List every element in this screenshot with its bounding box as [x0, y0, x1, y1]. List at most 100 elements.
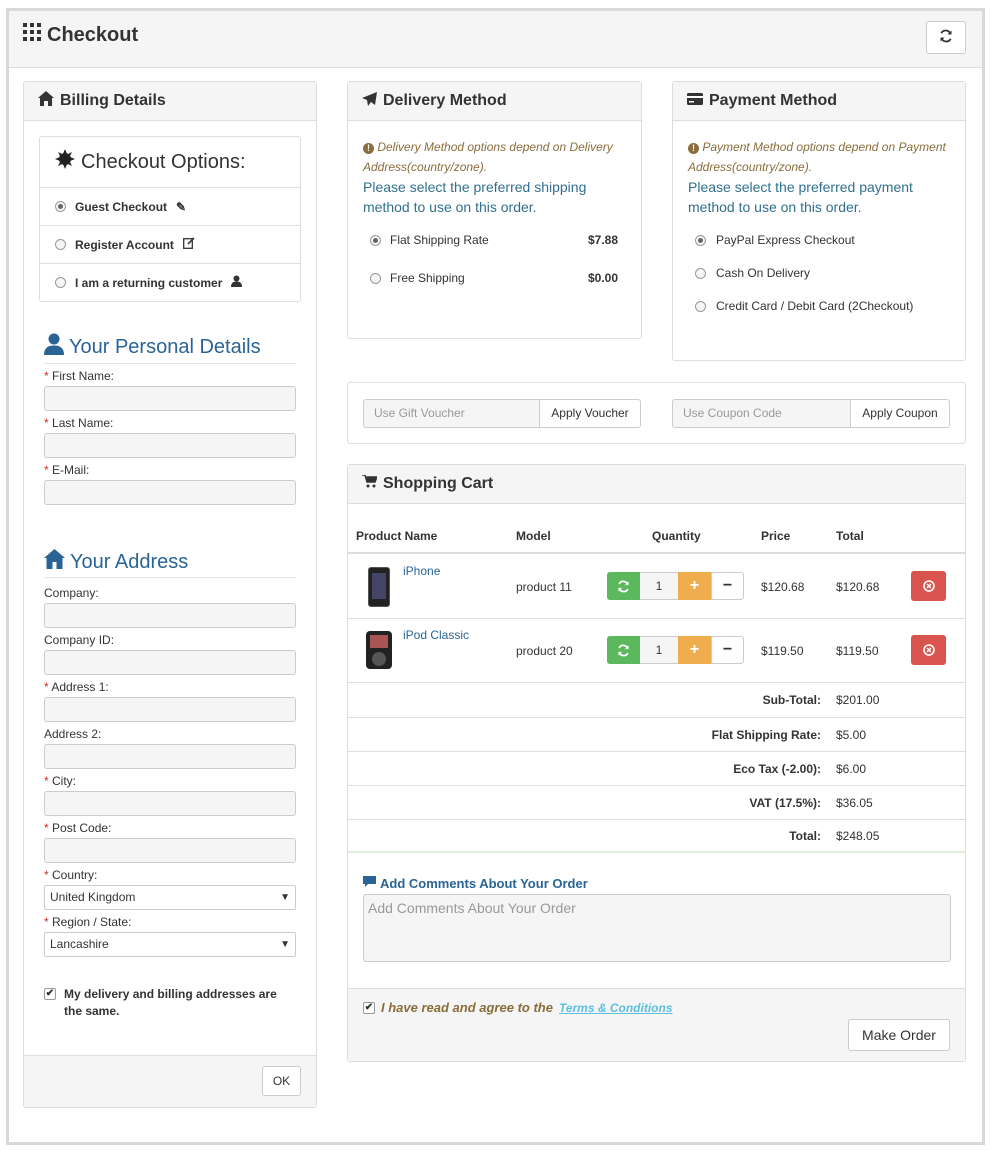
register-radio[interactable]: [55, 239, 66, 250]
first-name-input[interactable]: [44, 386, 296, 411]
checkout-container: Checkout Billing Details Checkout Option…: [6, 8, 985, 1145]
option-returning[interactable]: I am a returning customer: [40, 264, 300, 301]
address2-input[interactable]: [44, 744, 296, 769]
refresh-button[interactable]: [926, 21, 966, 54]
update-qty-button[interactable]: [607, 636, 640, 664]
delivery-option-free[interactable]: Free Shipping $0.00: [370, 271, 618, 285]
returning-label: I am a returning customer: [75, 275, 223, 290]
billing-panel: Billing Details Checkout Options: Guest …: [23, 81, 317, 1108]
billing-footer: OK: [24, 1055, 316, 1107]
qty-group: 1 + −: [607, 572, 744, 600]
pencil-icon: ✎: [176, 199, 187, 214]
voucher-group: Use Gift Voucher Apply Voucher: [363, 399, 641, 428]
delivery-option-flat[interactable]: Flat Shipping Rate $7.88: [370, 233, 618, 247]
address1-input[interactable]: [44, 697, 296, 722]
terms-link[interactable]: Terms & Conditions: [559, 1001, 673, 1015]
remove-icon: [922, 580, 935, 592]
cart-icon: [362, 474, 379, 493]
agree-checkbox[interactable]: ✔: [363, 1001, 375, 1014]
cod-radio[interactable]: [695, 267, 706, 279]
checkout-options-box: Checkout Options: Guest Checkout ✎ Regis…: [39, 136, 301, 302]
apply-coupon-button[interactable]: Apply Coupon: [851, 399, 950, 428]
free-price: $0.00: [587, 271, 618, 285]
remove-item-button[interactable]: [911, 571, 946, 601]
same-address-row[interactable]: ✔ My delivery and billing addresses are …: [44, 986, 294, 1020]
cart-footer: ✔ I have read and agree to the Terms & C…: [348, 988, 965, 1061]
voucher-input[interactable]: Use Gift Voucher: [363, 399, 540, 428]
last-name-label: * Last Name:: [44, 416, 114, 430]
payment-help: Please select the preferred payment meth…: [688, 179, 913, 215]
card-radio[interactable]: [695, 300, 706, 312]
update-qty-button[interactable]: [607, 572, 640, 600]
delivery-note: ! Delivery Method options depend on Deli…: [363, 140, 613, 174]
flat-label: Flat Shipping Rate: [390, 233, 489, 247]
page-title-wrap: Checkout: [23, 23, 138, 47]
qty-input[interactable]: 1: [640, 636, 678, 664]
paypal-radio[interactable]: [695, 234, 706, 246]
remove-icon: [922, 644, 935, 656]
returning-radio[interactable]: [55, 277, 66, 288]
decrease-qty-button[interactable]: −: [711, 572, 744, 600]
coupon-input[interactable]: Use Coupon Code: [672, 399, 851, 428]
payment-option-card[interactable]: Credit Card / Debit Card (2Checkout): [695, 299, 913, 313]
col-price: Price: [761, 529, 791, 543]
company-label: Company:: [44, 586, 99, 600]
free-radio[interactable]: [370, 272, 381, 284]
payment-info: ! Payment Method options depend on Payme…: [688, 137, 953, 217]
country-select[interactable]: United Kingdom ▼: [44, 885, 296, 910]
qty-input[interactable]: 1: [640, 572, 678, 600]
ok-button[interactable]: OK: [262, 1066, 301, 1096]
company-id-label: Company ID:: [44, 633, 115, 647]
address1-label: * Address 1:: [44, 680, 109, 694]
region-select[interactable]: Lancashire ▼: [44, 932, 296, 957]
last-name-input[interactable]: [44, 433, 296, 458]
cart-panel-header: Shopping Cart: [348, 465, 965, 504]
company-id-input[interactable]: [44, 650, 296, 675]
same-address-checkbox[interactable]: ✔: [44, 988, 56, 1000]
postcode-input[interactable]: [44, 838, 296, 863]
flat-radio[interactable]: [370, 234, 381, 246]
first-name-label: * First Name:: [44, 369, 115, 383]
increase-qty-button[interactable]: +: [678, 636, 711, 664]
home-icon: [38, 91, 54, 111]
payment-panel-header: Payment Method: [673, 82, 965, 121]
apply-voucher-button[interactable]: Apply Voucher: [540, 399, 641, 428]
email-input[interactable]: [44, 480, 296, 505]
address-heading: Your Address: [44, 549, 296, 578]
guest-radio[interactable]: [55, 201, 66, 212]
make-order-button[interactable]: Make Order: [848, 1019, 950, 1051]
decrease-qty-button[interactable]: −: [711, 636, 744, 664]
product-link[interactable]: iPhone: [403, 564, 440, 578]
refresh-icon: [618, 644, 629, 656]
cart-table-header: Product Name Model Quantity Price Total: [348, 524, 965, 554]
option-register[interactable]: Register Account: [40, 226, 300, 264]
payment-option-cod[interactable]: Cash On Delivery: [695, 266, 810, 280]
delivery-title: Delivery Method: [383, 92, 507, 109]
postcode-label: * Post Code:: [44, 821, 112, 835]
remove-item-button[interactable]: [911, 635, 946, 665]
product-link[interactable]: iPod Classic: [403, 628, 469, 642]
comments-heading: Add Comments About Your Order: [363, 876, 588, 891]
checkout-header: Checkout: [9, 11, 982, 68]
subtotal-row: Sub-Total: $201.00: [762, 693, 880, 707]
edit-icon: [182, 237, 195, 252]
product-price: $119.50: [761, 644, 804, 658]
checkout-options-title: Checkout Options:: [81, 150, 246, 173]
billing-title: Billing Details: [60, 92, 166, 109]
iphone-thumbnail[interactable]: [368, 567, 390, 607]
sun-icon: [55, 149, 75, 175]
option-guest[interactable]: Guest Checkout ✎: [40, 188, 300, 226]
ipod-thumbnail[interactable]: [366, 631, 392, 669]
comments-textarea[interactable]: Add Comments About Your Order: [363, 894, 951, 962]
cod-label: Cash On Delivery: [716, 266, 811, 280]
personal-details-heading: Your Personal Details: [44, 333, 296, 364]
city-input[interactable]: [44, 791, 296, 816]
company-input[interactable]: [44, 603, 296, 628]
card-label: Credit Card / Debit Card (2Checkout): [716, 299, 914, 313]
payment-option-paypal[interactable]: PayPal Express Checkout: [695, 233, 855, 247]
payment-panel: Payment Method ! Payment Method options …: [672, 81, 966, 361]
refresh-icon: [618, 580, 629, 592]
agree-row[interactable]: ✔ I have read and agree to the Terms & C…: [363, 1000, 673, 1015]
increase-qty-button[interactable]: +: [678, 572, 711, 600]
free-label: Free Shipping: [390, 271, 465, 285]
